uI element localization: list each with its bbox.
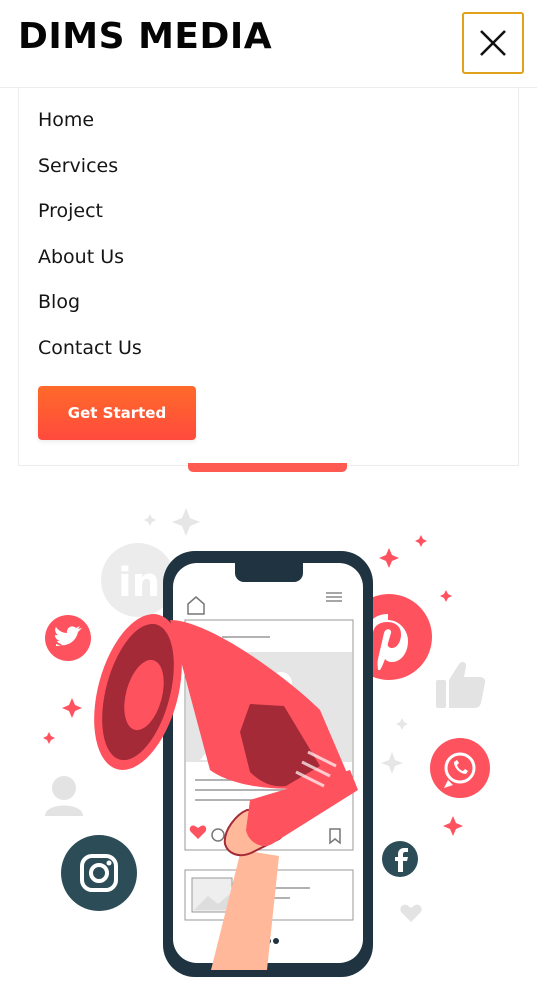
nav-item-about-us[interactable]: About Us [38, 246, 124, 268]
hero-button-edge [188, 463, 347, 472]
instagram-icon [61, 835, 137, 911]
svg-text:in: in [118, 560, 160, 606]
marketing-illustration: in [43, 508, 490, 977]
heart-icon [400, 904, 422, 922]
mobile-nav-menu: Home Services Project About Us Blog Cont… [18, 88, 519, 466]
site-logo[interactable]: DIMS MEDIA [18, 16, 272, 57]
nav-item-home[interactable]: Home [38, 109, 94, 131]
facebook-icon [382, 841, 418, 877]
user-icon [45, 776, 83, 816]
get-started-button[interactable]: Get Started [38, 386, 196, 440]
close-menu-button[interactable] [462, 12, 524, 74]
twitter-icon [45, 615, 91, 661]
site-header: DIMS MEDIA [0, 0, 537, 88]
nav-item-blog[interactable]: Blog [38, 291, 80, 313]
close-icon [480, 30, 506, 56]
whatsapp-icon [430, 738, 490, 798]
nav-item-contact-us[interactable]: Contact Us [38, 337, 142, 359]
nav-item-project[interactable]: Project [38, 200, 103, 222]
thumbs-up-icon [436, 661, 486, 708]
nav-item-services[interactable]: Services [38, 155, 118, 177]
